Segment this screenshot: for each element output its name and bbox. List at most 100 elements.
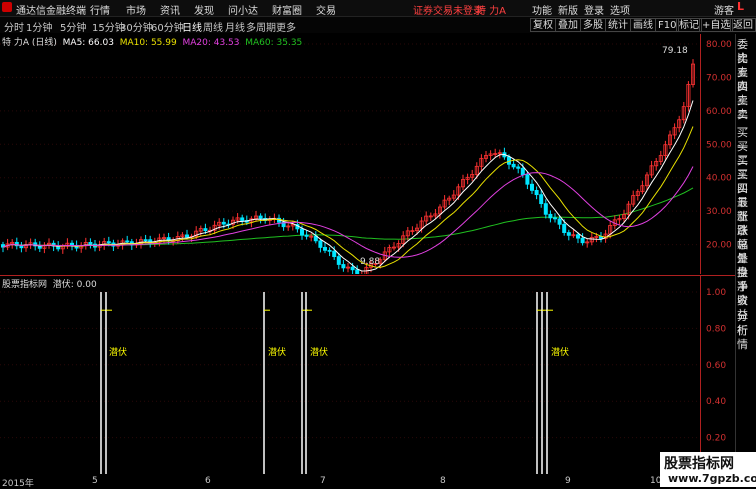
login-notice[interactable]: 证券交易未登录 — [413, 2, 483, 17]
add-favorite-button[interactable]: +自选 — [699, 18, 734, 32]
candle-body — [548, 213, 553, 219]
date-label: 9 — [565, 476, 571, 486]
indicator-value: 潜伏: 0.00 — [52, 280, 97, 290]
period-monthly[interactable]: 月线 — [225, 19, 245, 34]
signal-label: 潜伏 — [268, 348, 287, 358]
candle-body — [258, 215, 263, 219]
candle-body — [557, 218, 562, 225]
period-60min[interactable]: 60分钟 — [151, 19, 184, 34]
menu-trade[interactable]: 交易 — [316, 2, 336, 17]
period-daily[interactable]: 日线 — [182, 19, 202, 34]
candle-body — [562, 223, 567, 233]
date-axis: 2015年 5 6 7 8 9 10 — [0, 475, 735, 489]
statistics-button[interactable]: 统计 — [605, 18, 631, 32]
ma10-line — [2, 126, 694, 268]
price-tick-label: 60.00 — [706, 107, 732, 117]
period-more[interactable]: 更多 — [276, 19, 296, 34]
menu-market[interactable]: 市场 — [126, 2, 146, 17]
candle-body — [341, 264, 346, 269]
indicator-chart[interactable]: 1.00 0.80 0.60 0.40 0.20 — [0, 275, 735, 475]
menu-options[interactable]: 选项 — [610, 2, 630, 17]
menu-new-version[interactable]: 新版 — [558, 2, 578, 17]
candle-body — [184, 234, 189, 238]
restore-rights-button[interactable]: 复权 — [530, 18, 556, 32]
period-30min[interactable]: 30分钟 — [120, 19, 153, 34]
candle-body — [576, 234, 581, 239]
candle-body — [221, 221, 226, 225]
draw-line-button[interactable]: 画线 — [630, 18, 656, 32]
signal-label: 潜伏 — [551, 348, 570, 358]
menu-discover[interactable]: 发现 — [194, 2, 214, 17]
candle-body — [516, 166, 521, 169]
candle-body — [534, 190, 539, 196]
side-top-label: L — [737, 0, 745, 13]
candle-body — [327, 249, 332, 252]
app-logo-icon — [2, 2, 12, 12]
back-button[interactable]: 返回 — [730, 18, 756, 32]
indicator-legend: 股票指标网 潜伏: 0.00 — [2, 277, 97, 290]
candle-body — [332, 250, 337, 258]
multi-stock-button[interactable]: 多股 — [580, 18, 606, 32]
indicator-title: 股票指标网 — [2, 280, 48, 290]
ma20-value: MA20: 43.53 — [182, 38, 240, 48]
menu-login[interactable]: 登录 — [584, 2, 604, 17]
candle-body — [304, 234, 309, 237]
period-multi[interactable]: 多周期 — [246, 19, 276, 34]
date-label: 6 — [205, 476, 211, 486]
chart-legend: 特 力A (日线) MA5: 66.03 MA10: 55.99 MA20: 4… — [2, 35, 302, 48]
menu-ask[interactable]: 问小达 — [228, 2, 258, 17]
low-marker-label: 9.88 — [360, 257, 381, 267]
app-title: 通达信金融终端 — [16, 6, 86, 17]
candle-body — [322, 247, 327, 251]
watermark-url: www.7gpzb.com — [668, 472, 756, 485]
menu-function[interactable]: 功能 — [532, 2, 552, 17]
overlay-button[interactable]: 叠加 — [555, 18, 581, 32]
candle-body — [553, 217, 558, 220]
candle-body — [355, 269, 360, 274]
price-tick-label: 40.00 — [706, 174, 732, 184]
menu-wealth[interactable]: 财富圈 — [272, 2, 302, 17]
watermark: 股票指标网 www.7gpzb.com — [660, 452, 756, 487]
candle-body — [143, 239, 148, 242]
price-tick-label: 20.00 — [706, 241, 732, 251]
price-tick-label: 70.00 — [706, 73, 732, 83]
menu-quotes[interactable]: 行情 — [90, 2, 110, 17]
candle-body — [520, 167, 525, 176]
indicator-tick-label: 0.20 — [706, 434, 726, 444]
ma60-value: MA60: 35.35 — [245, 38, 303, 48]
quote-side-panel: L 委比 卖五 卖四 卖三 卖二 卖一 买一 买二 买三 买四 买五 最新 涨跌… — [735, 0, 756, 487]
candle-body — [511, 163, 516, 168]
side-tab-quotes[interactable]: 行情 — [737, 324, 756, 352]
period-minute[interactable]: 分时 — [4, 19, 24, 34]
candle-body — [525, 174, 530, 185]
candle-body — [240, 217, 245, 221]
signal-label: 潜伏 — [310, 348, 329, 358]
period-5min[interactable]: 5分钟 — [60, 19, 86, 34]
signal-label: 潜伏 — [109, 348, 128, 358]
candle-body — [299, 228, 304, 236]
indicator-tick-label: 1.00 — [706, 288, 726, 298]
price-tick-label: 80.00 — [706, 40, 732, 50]
period-toolbar: 分时 1分钟 5分钟 15分钟 30分钟 60分钟 日线 周线 月线 多周期 更… — [0, 17, 756, 34]
chart-title: 特 力A (日线) — [2, 38, 57, 48]
price-tick-label: 50.00 — [706, 140, 732, 150]
candle-body — [543, 203, 548, 215]
date-label: 5 — [92, 476, 98, 486]
candle-body — [350, 266, 355, 271]
guest-label[interactable]: 游客 — [714, 2, 734, 17]
period-weekly[interactable]: 周线 — [203, 19, 223, 34]
ma5-value: MA5: 66.03 — [62, 38, 114, 48]
price-tick-label: 30.00 — [706, 207, 732, 217]
candle-body — [336, 256, 341, 265]
period-1min[interactable]: 1分钟 — [26, 19, 52, 34]
menu-news[interactable]: 资讯 — [160, 2, 180, 17]
price-chart[interactable]: 80.0070.0060.0050.0040.0030.0020.0010.00 — [0, 34, 735, 274]
candle-body — [88, 242, 93, 245]
candle-body — [203, 228, 208, 231]
watermark-title: 股票指标网 — [664, 456, 734, 472]
menu-bar: 通达信金融终端 行情 市场 资讯 发现 问小达 财富圈 交易 证券交易未登录 特… — [0, 0, 756, 17]
date-label: 7 — [320, 476, 326, 486]
candle-body — [566, 232, 571, 236]
candle-body — [318, 240, 323, 248]
ma10-value: MA10: 55.99 — [119, 38, 177, 48]
